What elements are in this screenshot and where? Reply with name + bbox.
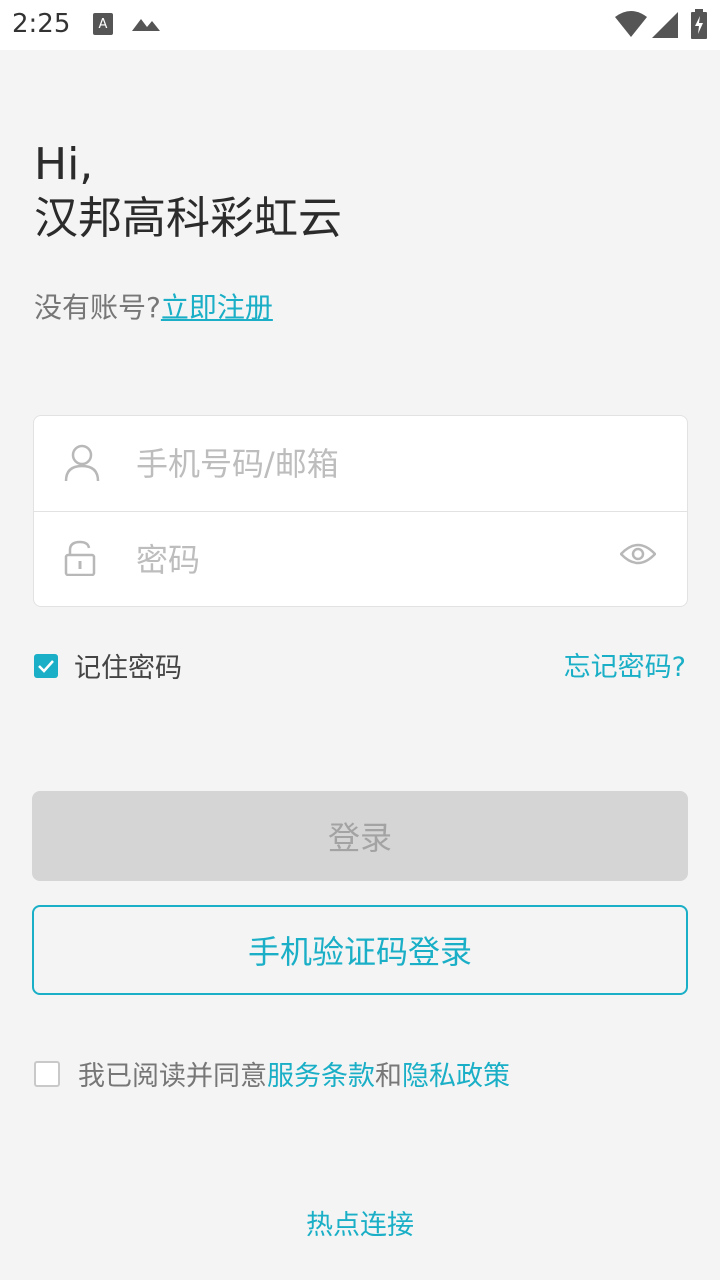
account-row [34,416,687,512]
login-form [33,415,688,607]
lock-icon [64,540,96,576]
register-prompt-text: 没有账号? [34,291,161,324]
agreement-checkbox[interactable] [34,1060,60,1087]
remember-label: 记住密码 [74,653,182,684]
agreement-and: 和 [375,1061,402,1092]
user-icon [64,444,100,482]
text-a-icon: A [93,13,113,35]
forgot-password-link[interactable]: 忘记密码? [564,645,686,684]
account-input[interactable] [134,438,588,490]
mountains-icon [132,19,160,31]
greeting: Hi, 汉邦高科彩虹云 [34,138,342,246]
wifi-icon [615,11,647,37]
status-time: 2:25 [12,9,71,39]
remember-checkbox[interactable] [34,653,58,678]
battery-charging-icon [691,9,707,39]
sms-login-button[interactable]: 手机验证码登录 [32,905,688,995]
remember-password[interactable]: 记住密码 [34,646,182,685]
terms-link[interactable]: 服务条款 [267,1061,375,1092]
hotspot-link[interactable]: 热点连接 [0,1203,720,1242]
login-button[interactable]: 登录 [32,791,688,881]
svg-text:A: A [99,17,108,32]
signal-icon [652,12,678,38]
password-input[interactable] [134,534,588,586]
agreement-prefix: 我已阅读并同意 [78,1061,267,1092]
agreement: 我已阅读并同意服务条款和隐私政策 [34,1054,510,1093]
show-password-eye-icon[interactable] [620,542,656,566]
agreement-text: 我已阅读并同意服务条款和隐私政策 [78,1054,510,1093]
status-bar: 2:25 A [0,0,720,50]
password-row [34,512,687,607]
register-link[interactable]: 立即注册 [161,291,273,324]
greeting-hi: Hi, [34,139,94,190]
checkmark-icon [38,659,54,673]
app-name-title: 汉邦高科彩虹云 [34,193,342,244]
register-prompt: 没有账号?立即注册 [34,286,273,326]
privacy-link[interactable]: 隐私政策 [402,1061,510,1092]
